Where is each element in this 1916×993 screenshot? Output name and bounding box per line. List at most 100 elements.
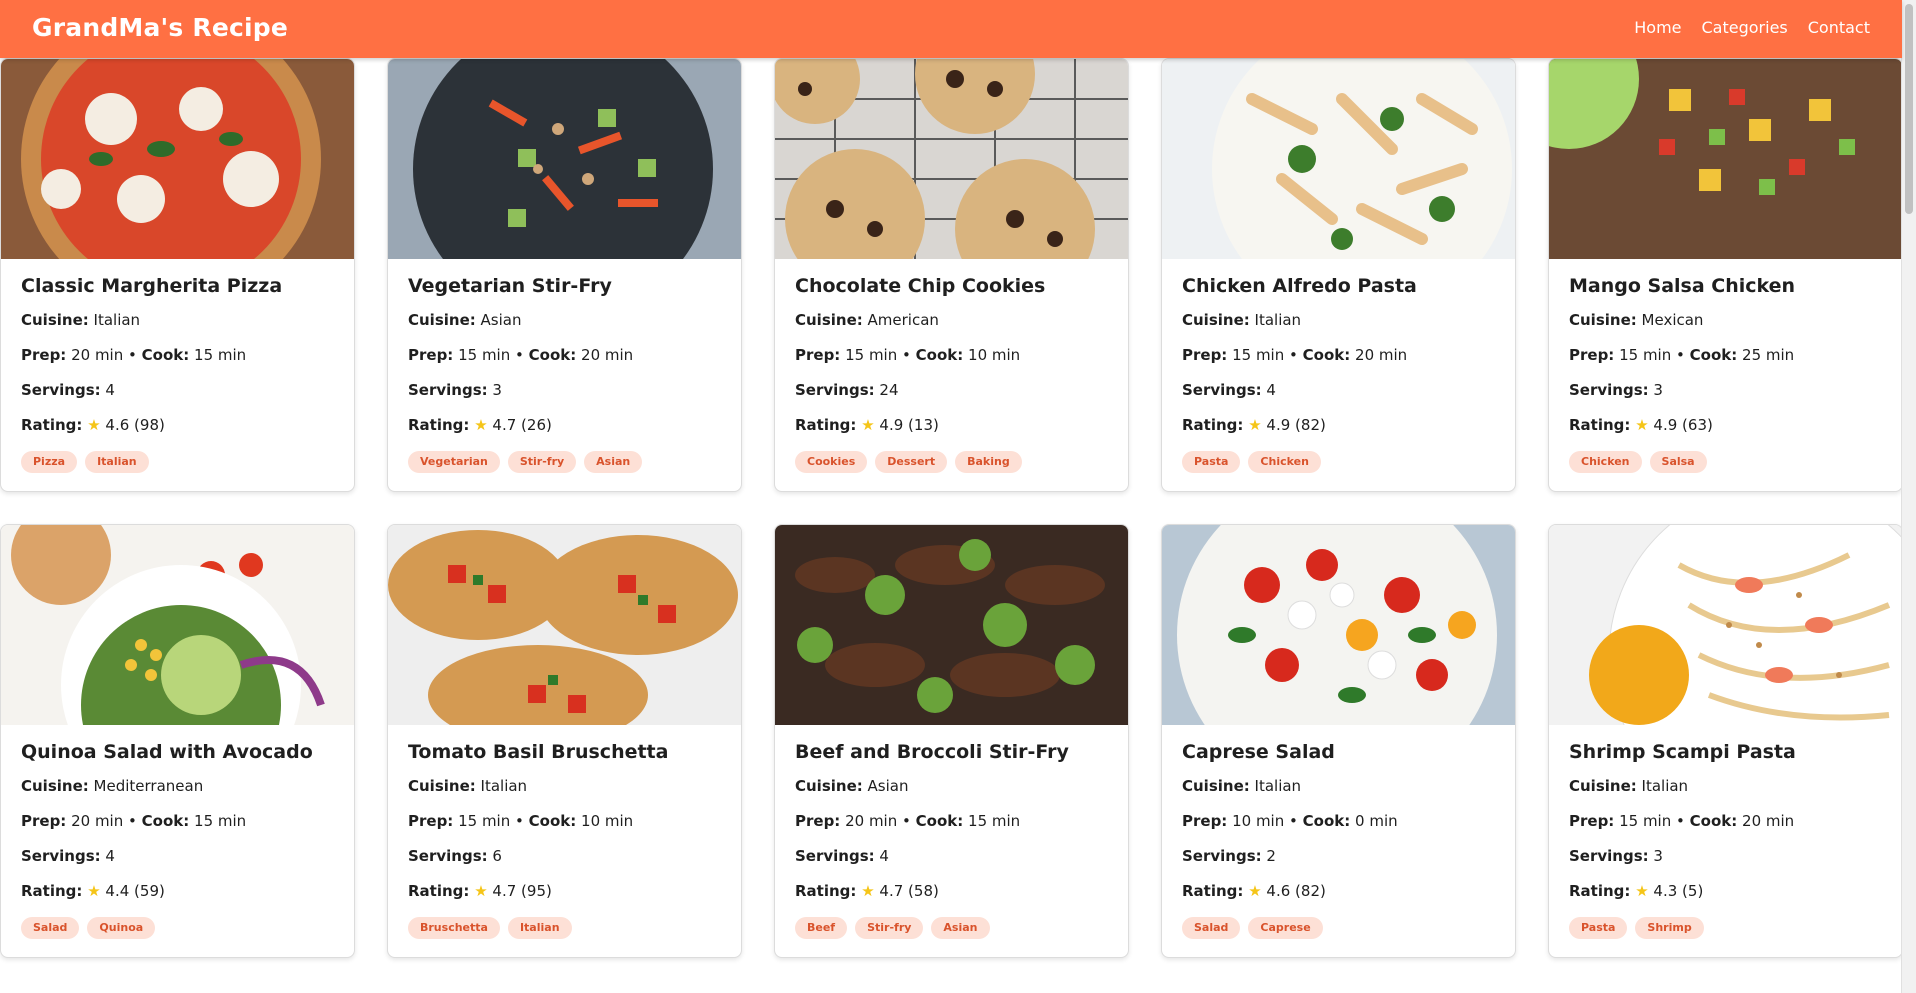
tag-badge[interactable]: Asian: [931, 917, 990, 939]
cook-value: 15 min: [968, 812, 1021, 830]
recipe-card[interactable]: Mango Salsa Chicken Cuisine: Mexican Prep:…: [1548, 58, 1903, 492]
prep-label: Prep:: [1182, 812, 1228, 830]
cook-value: 20 min: [1742, 812, 1795, 830]
cuisine-value: Italian: [1254, 777, 1302, 795]
recipe-tags: Salad Quinoa: [21, 917, 334, 939]
recipe-image[interactable]: [388, 59, 741, 259]
rating-value: 4.4 (59): [105, 882, 165, 900]
tag-badge[interactable]: Chicken: [1569, 451, 1642, 473]
nav-link-contact[interactable]: Contact: [1808, 18, 1870, 37]
tag-badge[interactable]: Quinoa: [87, 917, 156, 939]
tag-badge[interactable]: Salad: [21, 917, 80, 939]
tag-badge[interactable]: Bruschetta: [408, 917, 500, 939]
recipe-card[interactable]: Chicken Alfredo Pasta Cuisine: Italian Pre…: [1161, 58, 1516, 492]
tag-badge[interactable]: Pasta: [1569, 917, 1628, 939]
recipe-image[interactable]: [1, 525, 354, 725]
tag-badge[interactable]: Cookies: [795, 451, 868, 473]
rating-label: Rating:: [1182, 416, 1244, 434]
tag-badge[interactable]: Asian: [584, 451, 643, 473]
recipe-image[interactable]: [1162, 525, 1515, 725]
rating-value: 4.9 (63): [1653, 416, 1713, 434]
recipe-cuisine: Cuisine: Italian: [1182, 777, 1495, 796]
tag-badge[interactable]: Salsa: [1649, 451, 1707, 473]
recipe-servings: Servings: 4: [21, 847, 334, 866]
recipe-image[interactable]: [775, 525, 1128, 725]
tag-badge[interactable]: Italian: [85, 451, 149, 473]
nav-link-home[interactable]: Home: [1634, 18, 1681, 37]
rating-value: 4.6 (82): [1266, 882, 1326, 900]
recipe-card[interactable]: Shrimp Scampi Pasta Cuisine: Italian Prep:…: [1548, 524, 1903, 958]
recipe-title[interactable]: Quinoa Salad with Avocado: [21, 741, 334, 763]
recipe-grid: Classic Margherita Pizza Cuisine: Italian…: [0, 58, 1903, 958]
prep-value: 20 min: [71, 812, 124, 830]
tag-badge[interactable]: Caprese: [1248, 917, 1323, 939]
rating-label: Rating:: [21, 416, 83, 434]
recipe-rating: Rating: ★ 4.3 (5): [1569, 882, 1882, 901]
recipe-title[interactable]: Chocolate Chip Cookies: [795, 275, 1108, 297]
recipe-card[interactable]: Chocolate Chip Cookies Cuisine: American P…: [774, 58, 1129, 492]
recipe-image[interactable]: [1, 59, 354, 259]
page-scrollbar[interactable]: [1901, 0, 1916, 993]
recipe-tags: Beef Stir-fry Asian: [795, 917, 1108, 939]
recipe-card-body: Beef and Broccoli Stir-Fry Cuisine: Asian…: [775, 725, 1128, 957]
tag-badge[interactable]: Shrimp: [1635, 917, 1704, 939]
recipe-title[interactable]: Beef and Broccoli Stir-Fry: [795, 741, 1108, 763]
recipe-times: Prep: 20 min • Cook: 15 min: [21, 812, 334, 831]
scrollbar-thumb[interactable]: [1905, 4, 1913, 214]
recipe-image[interactable]: [1549, 525, 1902, 725]
cuisine-value: Italian: [480, 777, 528, 795]
rating-label: Rating:: [795, 882, 857, 900]
tag-badge[interactable]: Stir-fry: [507, 451, 577, 473]
recipe-title[interactable]: Chicken Alfredo Pasta: [1182, 275, 1495, 297]
brand-logo-link[interactable]: GrandMa's Recipe: [32, 13, 288, 42]
recipe-title[interactable]: Shrimp Scampi Pasta: [1569, 741, 1882, 763]
prep-label: Prep:: [1182, 346, 1228, 364]
recipe-title[interactable]: Caprese Salad: [1182, 741, 1495, 763]
cook-value: 15 min: [194, 812, 247, 830]
recipe-card[interactable]: Quinoa Salad with Avocado Cuisine: Medite…: [0, 524, 355, 958]
tag-badge[interactable]: Vegetarian: [408, 451, 500, 473]
cook-label: Cook:: [1302, 812, 1351, 830]
tag-badge[interactable]: Baking: [955, 451, 1022, 473]
recipe-card[interactable]: Classic Margherita Pizza Cuisine: Italian…: [0, 58, 355, 492]
recipe-card[interactable]: Vegetarian Stir-Fry Cuisine: Asian Prep: 1…: [387, 58, 742, 492]
recipe-image[interactable]: [1549, 59, 1902, 259]
rating-value: 4.9 (13): [879, 416, 939, 434]
recipe-title[interactable]: Tomato Basil Bruschetta: [408, 741, 721, 763]
tag-badge[interactable]: Beef: [795, 917, 848, 939]
cook-label: Cook:: [915, 346, 964, 364]
cuisine-label: Cuisine:: [21, 311, 89, 329]
prep-value: 15 min: [1619, 346, 1672, 364]
recipe-title[interactable]: Mango Salsa Chicken: [1569, 275, 1882, 297]
recipe-image[interactable]: [775, 59, 1128, 259]
prep-value: 15 min: [458, 812, 511, 830]
recipe-image[interactable]: [388, 525, 741, 725]
nav-link-categories[interactable]: Categories: [1702, 18, 1788, 37]
servings-label: Servings:: [1182, 847, 1262, 865]
tag-badge[interactable]: Dessert: [875, 451, 948, 473]
recipe-rating: Rating: ★ 4.7 (95): [408, 882, 721, 901]
tag-badge[interactable]: Italian: [507, 917, 572, 939]
tag-badge[interactable]: Pasta: [1182, 451, 1241, 473]
recipe-title[interactable]: Classic Margherita Pizza: [21, 275, 334, 297]
recipe-card[interactable]: Tomato Basil Bruschetta Cuisine: Italian P…: [387, 524, 742, 958]
tag-badge[interactable]: Pizza: [21, 451, 78, 473]
servings-label: Servings:: [1182, 381, 1262, 399]
recipe-card-body: Chocolate Chip Cookies Cuisine: American P…: [775, 259, 1128, 491]
recipe-tags: Chicken Salsa: [1569, 451, 1882, 473]
tag-badge[interactable]: Stir-fry: [855, 917, 924, 939]
cuisine-value: Mediterranean: [93, 777, 204, 795]
recipe-cuisine: Cuisine: Italian: [1569, 777, 1882, 796]
tag-badge[interactable]: Chicken: [1248, 451, 1321, 473]
recipe-title[interactable]: Vegetarian Stir-Fry: [408, 275, 721, 297]
cook-label: Cook:: [915, 812, 964, 830]
cuisine-value: American: [867, 311, 939, 329]
recipe-image[interactable]: [1162, 59, 1515, 259]
bullet-separator: •: [1289, 812, 1298, 830]
recipe-card[interactable]: Beef and Broccoli Stir-Fry Cuisine: Asian…: [774, 524, 1129, 958]
recipe-cuisine: Cuisine: Italian: [21, 311, 334, 330]
servings-label: Servings:: [408, 847, 488, 865]
tag-badge[interactable]: Salad: [1182, 917, 1241, 939]
recipe-card[interactable]: Caprese Salad Cuisine: Italian Prep: 10 mi…: [1161, 524, 1516, 958]
cook-label: Cook:: [1689, 346, 1738, 364]
